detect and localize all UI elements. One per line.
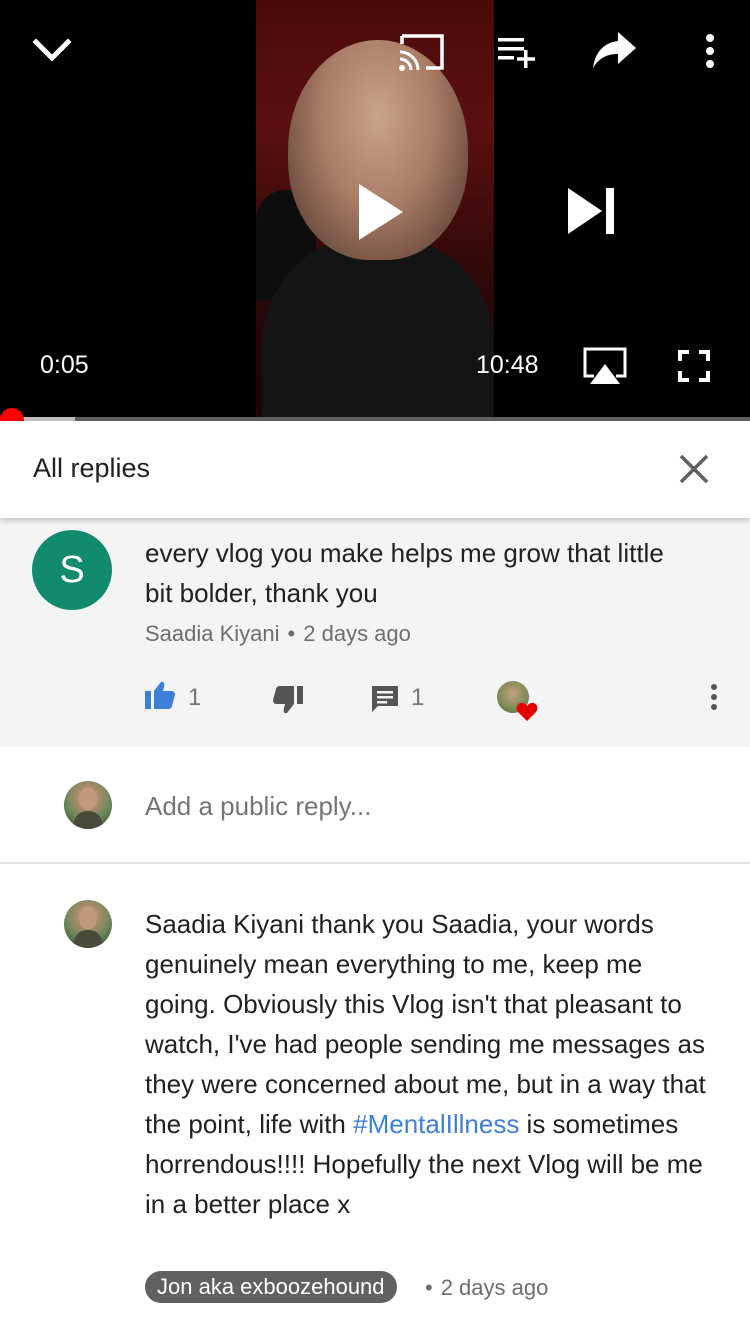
hashtag-link[interactable]: #MentalIllness: [353, 1109, 519, 1139]
more-vertical-icon[interactable]: [704, 682, 724, 719]
replies-header: All replies: [0, 421, 750, 518]
video-player[interactable]: 0:05 10:48: [0, 0, 750, 420]
duration: 10:48: [476, 351, 539, 379]
avatar[interactable]: [64, 900, 112, 948]
reply-count: 1: [411, 684, 425, 711]
add-reply-row: Add a public reply...: [0, 747, 750, 864]
cast-icon[interactable]: [398, 32, 446, 72]
thumbs-down-icon[interactable]: [272, 685, 304, 720]
share-icon[interactable]: [590, 30, 640, 72]
avatar: [64, 781, 112, 829]
meta-separator: •: [287, 621, 296, 646]
avatar[interactable]: S: [32, 530, 112, 610]
reply-meta: • 2 days ago: [425, 1275, 548, 1301]
reply-author-badge[interactable]: Jon aka exboozehound: [145, 1271, 397, 1303]
replies-title: All replies: [33, 453, 151, 483]
chevron-down-icon[interactable]: [30, 30, 74, 70]
airplay-icon[interactable]: [582, 346, 628, 386]
playlist-add-icon[interactable]: [496, 34, 540, 70]
comment-icon[interactable]: [370, 684, 400, 719]
current-time: 0:05: [40, 351, 89, 379]
comment-meta: Saadia Kiyani • 2 days ago: [145, 621, 411, 647]
comment-author[interactable]: Saadia Kiyani: [145, 621, 280, 646]
reply-input[interactable]: Add a public reply...: [145, 791, 371, 822]
like-count: 1: [188, 684, 202, 711]
fullscreen-icon[interactable]: [678, 350, 710, 382]
comment-time: 2 days ago: [303, 621, 411, 646]
reply-text-start: Saadia Kiyani thank you Saadia, your wor…: [145, 909, 706, 1139]
comment-text-line-1: every vlog you make helps me grow that l…: [145, 538, 664, 568]
more-vertical-icon[interactable]: [700, 32, 720, 72]
reply-comment-text: Saadia Kiyani thank you Saadia, your wor…: [145, 904, 720, 1224]
skip-next-icon[interactable]: [566, 186, 618, 236]
reply-time: 2 days ago: [440, 1275, 549, 1300]
heart-icon: [516, 702, 538, 722]
play-icon[interactable]: [355, 182, 407, 242]
comment-text-line-2: bit bolder, thank you: [145, 578, 378, 608]
close-icon[interactable]: [672, 447, 716, 491]
thumbs-up-icon[interactable]: [144, 680, 176, 715]
parent-comment: S every vlog you make helps me grow that…: [0, 518, 750, 747]
meta-separator: •: [425, 1275, 433, 1300]
